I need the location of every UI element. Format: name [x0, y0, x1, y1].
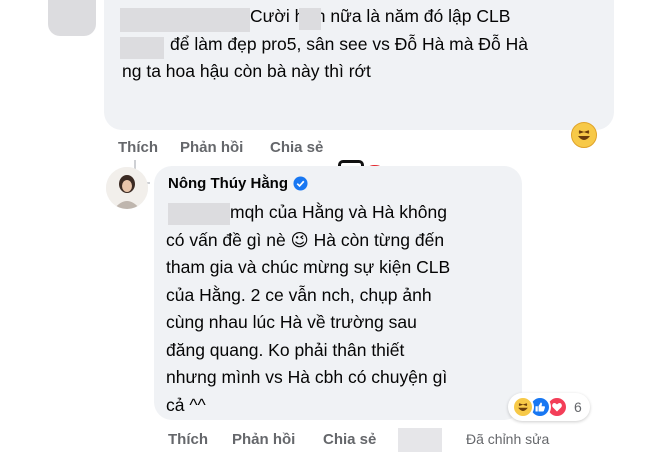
timestamp-redacted [398, 428, 442, 452]
comment-text: Cười hơn nữa là năm đó lập CLB để làm đẹ… [122, 3, 602, 86]
share-link[interactable]: Chia sẻ [323, 431, 376, 448]
comment-line-3: ng ta hoa hậu còn bà này thì rớt [122, 61, 371, 81]
reply-link[interactable]: Phản hồi [180, 139, 243, 156]
comment-line: Cười hơn nữa là năm đó lập CLB [122, 3, 602, 31]
comment-bubble: Cười hơn nữa là năm đó lập CLB để làm đẹ… [104, 0, 614, 130]
comment-line-7: nhưng mình vs Hà cbh có chuyện gì [166, 367, 448, 387]
reaction-summary[interactable]: 6 [508, 393, 590, 421]
comment-line-3: tham gia và chúc mừng sự kiện CLB [166, 257, 451, 277]
like-link[interactable]: Thích [118, 139, 158, 156]
comment-line: nhưng mình vs Hà cbh có chuyện gì [166, 364, 511, 392]
comment-line-1: mqh của Hằng và Hà không [230, 202, 447, 222]
comment-line: để làm đẹp pro5, sân see vs Đỗ Hà mà Đỗ … [122, 31, 602, 59]
redacted-word [120, 37, 164, 59]
comment-line-6: đăng quang. Ko phải thân thiết [166, 339, 405, 360]
comment-line: tham gia và chúc mừng sự kiện CLB [166, 254, 511, 282]
comment-line: của Hằng. 2 ce vẫn nch, chụp ảnh [166, 282, 511, 310]
like-link[interactable]: Thích [168, 431, 208, 448]
comment-line: đăng quang. Ko phải thân thiết [166, 337, 511, 365]
reaction-count: 6 [574, 399, 582, 415]
comment-text: mqh của Hằng và Hà không có vấn đề gì nè… [166, 199, 511, 419]
avatar[interactable] [106, 167, 148, 209]
comment-author[interactable]: Nông Thúy Hằng [168, 175, 288, 192]
laughing-emoji-icon[interactable] [571, 122, 597, 148]
comment-line-1: Cười hơn nữa là năm đó lập CLB [250, 6, 511, 26]
laughing-face-icon [578, 130, 590, 140]
comment-line: cả ^^ [166, 392, 511, 420]
comment-line-2: có vấn đề gì nè 😉 Hà còn từng đến [166, 229, 445, 250]
haha-reaction-icon [512, 396, 534, 418]
comment-line: ng ta hoa hậu còn bà này thì rớt [122, 58, 602, 86]
avatar[interactable] [48, 0, 96, 36]
user-photo-icon [106, 167, 148, 209]
comment-line: mqh của Hằng và Hà không [166, 199, 511, 227]
comment-line-2: để làm đẹp pro5, sân see vs Đỗ Hà mà Đỗ … [170, 33, 528, 54]
comment-line-8: cả ^^ [166, 394, 206, 415]
comment-line-4: của Hằng. 2 ce vẫn nch, chụp ảnh [166, 284, 432, 305]
comment-line: có vấn đề gì nè 😉 Hà còn từng đến [166, 227, 511, 255]
verified-badge-icon [293, 176, 308, 191]
redacted-word [299, 8, 321, 30]
share-link[interactable]: Chia sẻ [270, 139, 323, 156]
reply-link[interactable]: Phản hồi [232, 431, 295, 448]
comment-author-row: Nông Thúy Hằng [168, 175, 308, 192]
comment-line: cùng nhau lúc Hà về trường sau [166, 309, 511, 337]
edited-label: Đã chỉnh sửa [466, 431, 550, 447]
comment-bubble: Nông Thúy Hằng mqh của Hằng và Hà không … [154, 166, 522, 420]
comment-line-5: cùng nhau lúc Hà về trường sau [166, 312, 417, 332]
